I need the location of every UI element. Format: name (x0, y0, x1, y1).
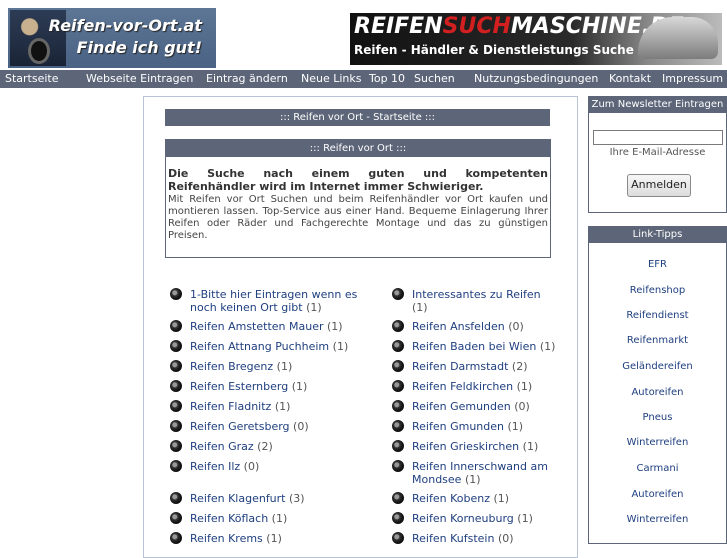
tire-icon (170, 380, 182, 392)
tire-icon (392, 340, 404, 352)
link-tip-efr[interactable]: EFR (589, 259, 726, 270)
entry-link[interactable]: Reifen Bregenz (190, 360, 273, 373)
tire-icon (170, 340, 182, 352)
link-tip-reifenshop[interactable]: Reifenshop (589, 285, 726, 296)
entry-link[interactable]: Reifen Amstetten Mauer (190, 320, 324, 333)
tire-icon (170, 420, 182, 432)
entry-link[interactable]: Reifen Fladnitz (190, 400, 271, 413)
entry-link[interactable]: 1-Bitte hier Eintragen wenn es noch kein… (190, 288, 357, 314)
link-tip-pneus[interactable]: Pneus (589, 412, 726, 423)
tire-icon (392, 400, 404, 412)
newsletter-box: Zum Newsletter Eintragen Ihre E-Mail-Adr… (588, 96, 727, 213)
tire-icon (170, 288, 182, 300)
link-tip-winterreifen-2[interactable]: Winterreifen (589, 514, 726, 525)
banner-title: REIFENSUCHMASCHINE.DE (354, 14, 684, 39)
newsletter-email-input[interactable] (593, 130, 723, 145)
tire-icon (392, 440, 404, 452)
entry-link[interactable]: Reifen Ilz (190, 460, 240, 473)
link-tip-reifenmarkt[interactable]: Reifenmarkt (589, 335, 726, 346)
entry-link[interactable]: Reifen Gmunden (412, 420, 504, 433)
entry-link[interactable]: Reifen Graz (190, 440, 254, 453)
tire-icon (170, 400, 182, 412)
link-tip-winterreifen[interactable]: Winterreifen (589, 437, 726, 448)
tire-icon (170, 492, 182, 504)
link-tip-autoreifen[interactable]: Autoreifen (589, 387, 726, 398)
entry-link[interactable]: Reifen Kufstein (412, 532, 494, 545)
entry-link[interactable]: Reifen Feldkirchen (412, 380, 513, 393)
tire-icon (170, 532, 182, 544)
link-tip-autoreifen-2[interactable]: Autoreifen (589, 489, 726, 500)
entry-link[interactable]: Reifen Köflach (190, 512, 268, 525)
tire-icon (170, 460, 182, 472)
nav-kontakt[interactable]: Kontakt (609, 72, 651, 85)
entry-link[interactable]: Reifen Korneuburg (412, 512, 514, 525)
entry-link[interactable]: Reifen Darmstadt (412, 360, 508, 373)
tire-icon (392, 288, 404, 300)
tire-icon (392, 492, 404, 504)
tire-icon (392, 320, 404, 332)
intro-body: Die Suche nach einem guten und kompetent… (168, 168, 548, 242)
entry-link[interactable]: Interessantes zu Reifen (412, 288, 541, 301)
banner-subtitle: Reifen - Händler & Dienstleistungs Suche (354, 43, 634, 57)
entry-link[interactable]: Reifen Baden bei Wien (412, 340, 536, 353)
newsletter-title: Zum Newsletter Eintragen (589, 97, 726, 113)
tire-icon (392, 420, 404, 432)
intro-text: Mit Reifen vor Ort Suchen und beim Reife… (168, 194, 548, 241)
newsletter-email-label: Ihre E-Mail-Adresse (609, 147, 706, 158)
intro-box: ::: Reifen vor Ort ::: Die Suche nach ei… (165, 139, 551, 258)
tire-icon (170, 360, 182, 372)
site-logo[interactable]: Reifen-vor-Ort.at Finde ich gut! (8, 8, 216, 68)
intro-title: ::: Reifen vor Ort ::: (166, 140, 550, 157)
newsletter-subscribe-button[interactable]: Anmelden (627, 174, 691, 197)
tire-icon (392, 360, 404, 372)
tire-icon (170, 440, 182, 452)
page-title: ::: Reifen vor Ort - Startseite ::: (165, 109, 550, 126)
link-tip-reifendienst[interactable]: Reifendienst (589, 310, 726, 321)
intro-bold: Die Suche nach einem guten und kompetent… (168, 167, 548, 193)
entry-link[interactable]: Reifen Esternberg (190, 380, 288, 393)
tire-icon (392, 532, 404, 544)
nav-webseite-eintragen[interactable]: Webseite Eintragen (86, 72, 193, 85)
entry-link[interactable]: Reifen Attnang Puchheim (190, 340, 329, 353)
nav-startseite[interactable]: Startseite (5, 72, 59, 85)
nav-eintrag-aendern[interactable]: Eintrag ändern (206, 72, 288, 85)
entry-link[interactable]: Reifen Ansfelden (412, 320, 505, 333)
link-tip-carmani[interactable]: Carmani (589, 463, 726, 474)
link-tip-gelaendereifen[interactable]: Geländereifen (589, 361, 726, 372)
link-tips-box: Link-Tipps EFR Reifenshop Reifendienst R… (588, 226, 727, 544)
entry-link[interactable]: Reifen Kobenz (412, 492, 490, 505)
tire-icon (170, 320, 182, 332)
nav-suchen[interactable]: Suchen (414, 72, 455, 85)
header: Reifen-vor-Ort.at Finde ich gut! REIFENS… (0, 0, 727, 70)
nav-nutzungsbedingungen[interactable]: Nutzungsbedingungen (474, 72, 598, 85)
tire-icon (392, 380, 404, 392)
entry-link[interactable]: Reifen Grieskirchen (412, 440, 519, 453)
logo-line2: Finde ich gut! (76, 38, 202, 57)
nav-impressum[interactable]: Impressum (662, 72, 723, 85)
main-nav: Startseite Webseite Eintragen Eintrag än… (0, 70, 727, 88)
logo-line1: Reifen-vor-Ort.at (48, 16, 202, 35)
entry-link[interactable]: Reifen Geretsberg (190, 420, 290, 433)
entry-link[interactable]: Reifen Gemunden (412, 400, 511, 413)
nav-top10[interactable]: Top 10 (369, 72, 405, 85)
nav-neue-links[interactable]: Neue Links (301, 72, 362, 85)
entry-link[interactable]: Reifen Klagenfurt (190, 492, 286, 505)
tire-icon (392, 460, 404, 472)
tire-icon (392, 512, 404, 524)
entry-link[interactable]: Reifen Krems (190, 532, 263, 545)
link-tips-title: Link-Tipps (589, 227, 726, 243)
reifensuchmaschine-banner[interactable]: REIFENSUCHMASCHINE.DE Reifen - Händler &… (350, 13, 722, 65)
tire-icon (170, 512, 182, 524)
